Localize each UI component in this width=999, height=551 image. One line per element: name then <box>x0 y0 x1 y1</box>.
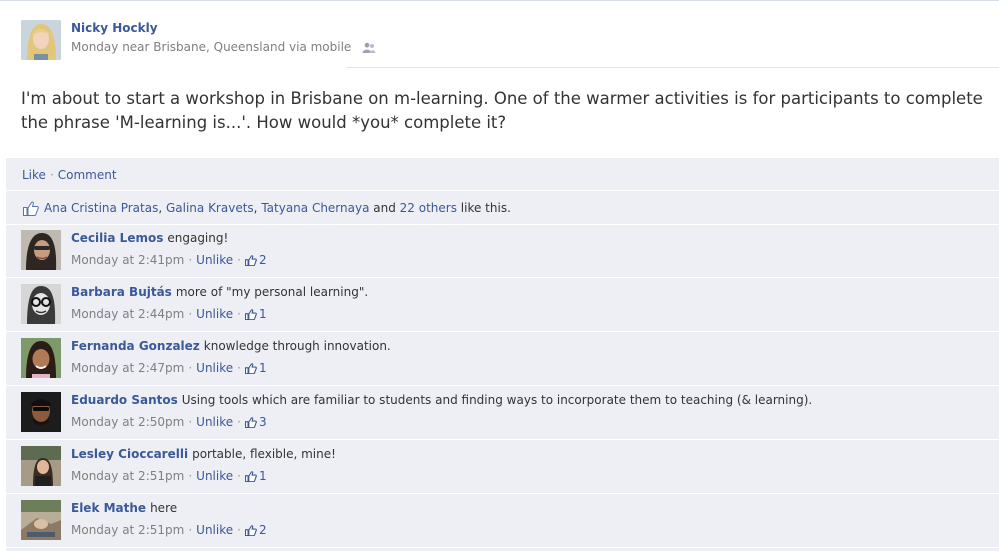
post-actions: Like · Comment <box>6 158 999 191</box>
commenter-avatar[interactable] <box>21 500 61 540</box>
liker-link[interactable]: Tatyana Chernaya <box>261 201 369 215</box>
comment-like-count[interactable]: 1 <box>259 307 267 321</box>
comment-timestamp[interactable]: Monday at 2:51pm <box>71 469 184 483</box>
thumbs-up-icon <box>23 201 39 219</box>
author-name[interactable]: Nicky Hockly <box>71 21 158 35</box>
separator: · <box>188 307 193 321</box>
separator: · <box>237 523 241 537</box>
thumbs-up-icon <box>244 525 257 539</box>
comment-like-count[interactable]: 2 <box>259 523 267 537</box>
commenter-name[interactable]: Lesley Cioccarelli <box>71 447 188 461</box>
separator: · <box>188 523 193 537</box>
like-separator: , <box>158 201 166 215</box>
commenter-avatar[interactable] <box>21 446 61 486</box>
comment-meta: Monday at 2:47pm · Unlike · 1 <box>71 361 267 377</box>
unlike-link[interactable]: Unlike <box>196 415 233 429</box>
feedback-panel: Like · Comment Ana Cristina Pratas, Galina… <box>6 158 999 551</box>
comment-like-count[interactable]: 3 <box>259 415 267 429</box>
commenter-avatar[interactable] <box>21 230 61 270</box>
commenter-name[interactable]: Elek Mathe <box>71 501 146 515</box>
commenter-name[interactable]: Barbara Bujtás <box>71 285 172 299</box>
unlike-link[interactable]: Unlike <box>196 523 233 537</box>
comment-timestamp[interactable]: Monday at 2:51pm <box>71 523 184 537</box>
separator: · <box>237 361 241 375</box>
commenter-name[interactable]: Eduardo Santos <box>71 393 178 407</box>
post-timestamp-location[interactable]: Monday near Brisbane, Queensland via mob… <box>71 40 351 54</box>
comment-item: Eduardo Santos Using tools which are fami… <box>6 387 999 440</box>
commenter-name[interactable]: Cecilia Lemos <box>71 231 163 245</box>
comment-text-line: Cecilia Lemos engaging! <box>71 231 228 245</box>
comment-like-count[interactable]: 2 <box>259 253 267 267</box>
others-link[interactable]: 22 others <box>400 201 457 215</box>
thumbs-up-icon <box>244 471 257 485</box>
comment-meta: Monday at 2:50pm · Unlike · 3 <box>71 415 267 431</box>
unlike-link[interactable]: Unlike <box>196 361 233 375</box>
separator: · <box>237 253 241 267</box>
commenter-avatar[interactable] <box>21 284 61 324</box>
comment-item: Cecilia Lemos engaging! Monday at 2:41pm ·… <box>6 225 999 278</box>
comment-timestamp[interactable]: Monday at 2:44pm <box>71 307 184 321</box>
comment-body: more of "my personal learning". <box>175 285 369 299</box>
comment-text-line: Eduardo Santos Using tools which are fami… <box>71 393 812 407</box>
comment-like-count[interactable]: 1 <box>259 469 267 483</box>
comment-body: Using tools which are familiar to studen… <box>181 393 813 407</box>
thumbs-up-icon <box>244 309 257 323</box>
like-conjunction: and <box>369 201 400 215</box>
comment-item: Fernanda Gonzalez knowledge through innov… <box>6 333 999 386</box>
separator: · <box>237 415 241 429</box>
like-link[interactable]: Like <box>22 168 46 182</box>
comment-body: engaging! <box>167 231 229 245</box>
unlike-link[interactable]: Unlike <box>196 253 233 267</box>
story: Nicky Hockly Monday near Brisbane, Queen… <box>0 0 999 551</box>
comment-text-line: Barbara Bujtás more of "my personal learn… <box>71 285 368 299</box>
separator: · <box>237 307 241 321</box>
thumbs-up-icon <box>244 363 257 377</box>
comment-item: Lesley Cioccarelli portable, flexible, mi… <box>6 441 999 494</box>
comment-body: portable, flexible, mine! <box>192 447 336 461</box>
comment-text-line: Elek Mathe here <box>71 501 177 515</box>
comment-like-count[interactable]: 1 <box>259 361 267 375</box>
comment-link[interactable]: Comment <box>58 168 117 182</box>
commenter-avatar[interactable] <box>21 392 61 432</box>
separator: · <box>188 253 193 267</box>
thumbs-up-icon <box>244 417 257 431</box>
separator: · <box>188 469 193 483</box>
comment-timestamp[interactable]: Monday at 2:50pm <box>71 415 184 429</box>
friends-icon[interactable] <box>362 42 376 57</box>
separator: · <box>237 469 241 483</box>
comment-meta: Monday at 2:51pm · Unlike · 2 <box>71 523 267 539</box>
comment-meta: Monday at 2:51pm · Unlike · 1 <box>71 469 267 485</box>
commenter-avatar[interactable] <box>21 338 61 378</box>
comment-item: Barbara Bujtás more of "my personal learn… <box>6 279 999 332</box>
separator: · <box>188 415 193 429</box>
separator: · <box>188 361 193 375</box>
comment-meta: Monday at 2:41pm · Unlike · 2 <box>71 253 267 269</box>
like-suffix: like this. <box>456 201 511 215</box>
likes-sentence: Ana Cristina Pratas, Galina Kravets, Tat… <box>6 192 999 225</box>
comment-text-line: Lesley Cioccarelli portable, flexible, mi… <box>71 447 336 461</box>
commenter-name[interactable]: Fernanda Gonzalez <box>71 339 200 353</box>
liker-link[interactable]: Galina Kravets <box>166 201 254 215</box>
post-message: I'm about to start a workshop in Brisban… <box>21 89 983 132</box>
unlike-link[interactable]: Unlike <box>196 307 233 321</box>
divider <box>346 67 999 68</box>
comment-item: Elek Mathe here Monday at 2:51pm · Unlike · 2 <box>6 495 999 548</box>
separator: · <box>49 168 54 182</box>
comment-text-line: Fernanda Gonzalez knowledge through innov… <box>71 339 391 353</box>
comment-meta: Monday at 2:44pm · Unlike · 1 <box>71 307 267 323</box>
liker-link[interactable]: Ana Cristina Pratas <box>44 201 158 215</box>
comment-timestamp[interactable]: Monday at 2:47pm <box>71 361 184 375</box>
post-meta: Monday near Brisbane, Queensland via mob… <box>71 40 376 57</box>
comment-timestamp[interactable]: Monday at 2:41pm <box>71 253 184 267</box>
comment-body: here <box>150 501 178 515</box>
thumbs-up-icon <box>244 255 257 269</box>
unlike-link[interactable]: Unlike <box>196 469 233 483</box>
author-avatar[interactable] <box>21 20 61 60</box>
comment-body: knowledge through innovation. <box>203 339 391 353</box>
